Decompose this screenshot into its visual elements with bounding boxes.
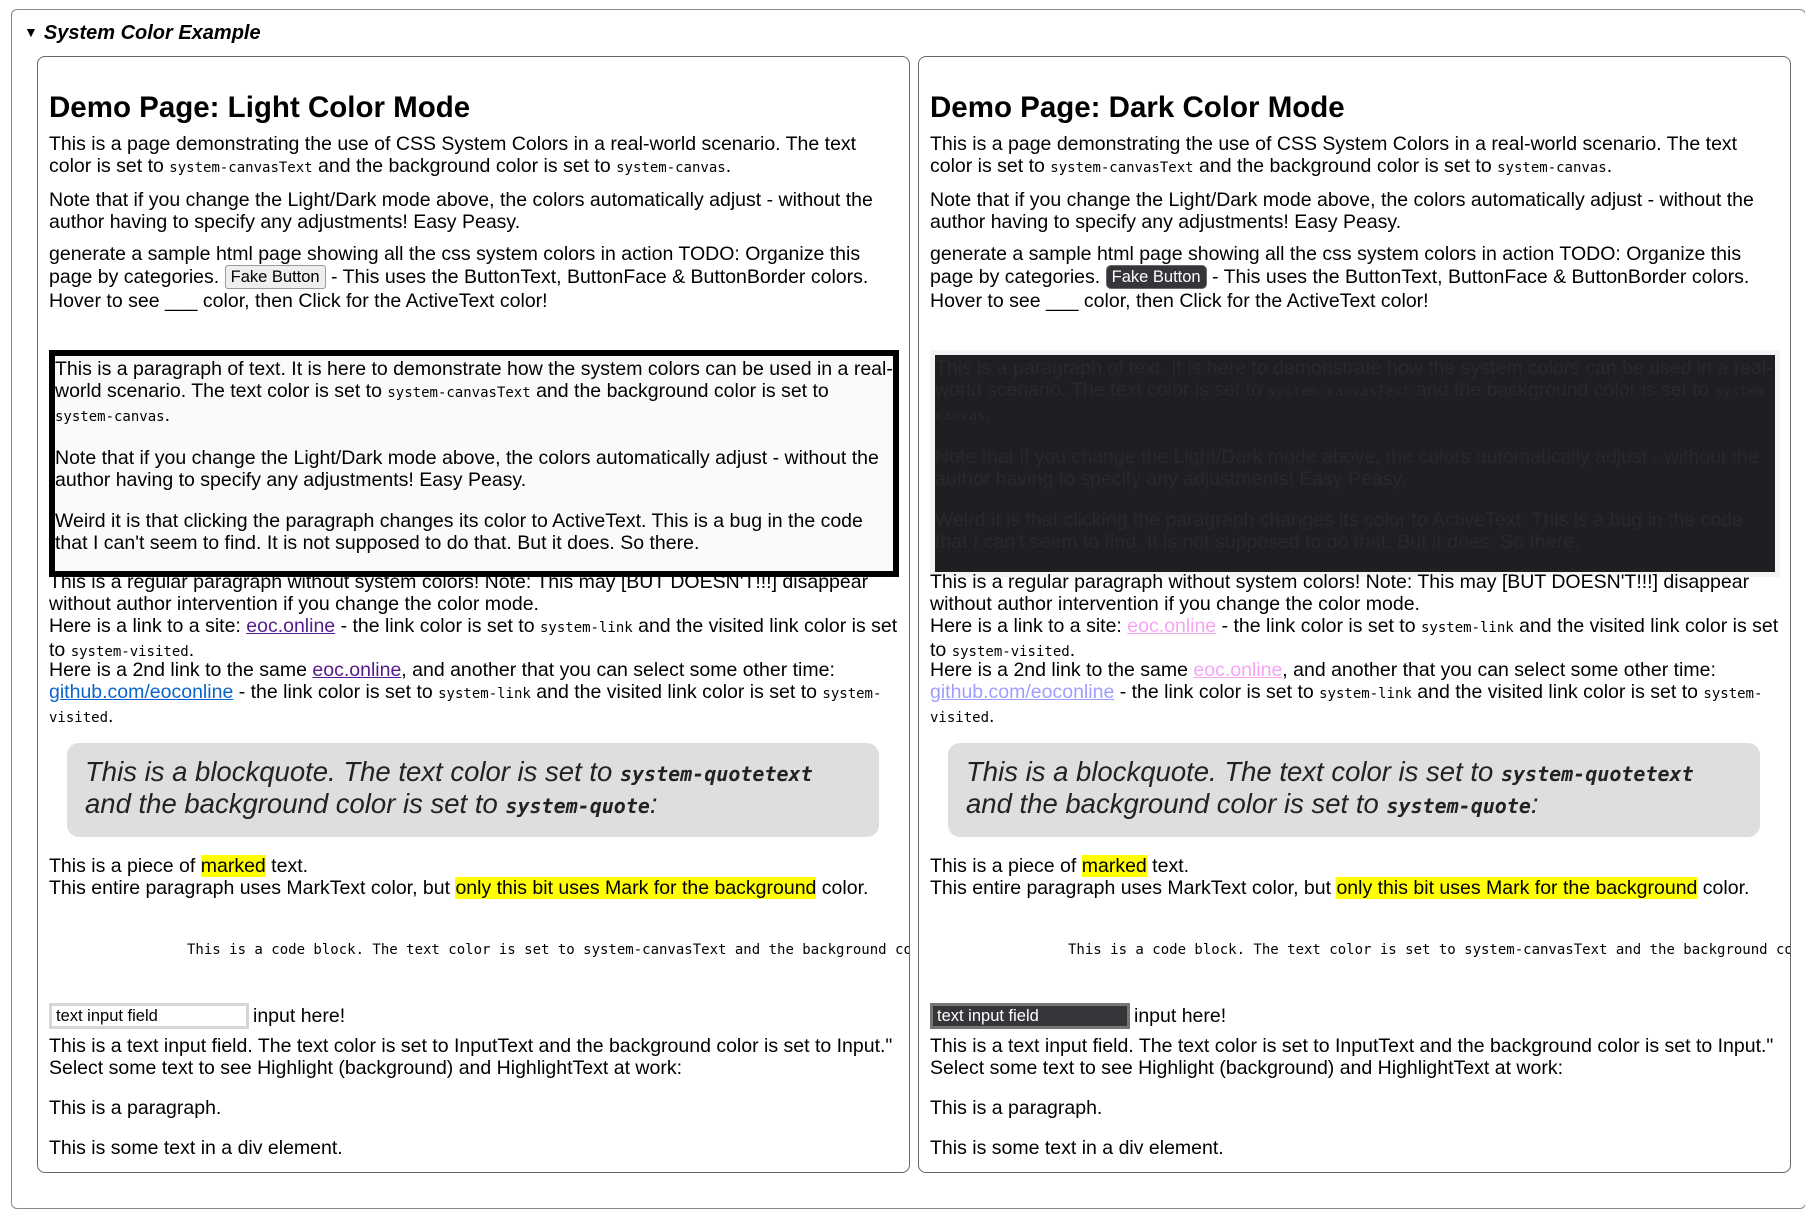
input-row: input here!	[49, 1003, 345, 1033]
disclosure-triangle-icon[interactable]: ▼	[24, 24, 38, 40]
input-after-label: input here!	[253, 1005, 346, 1027]
fake-button[interactable]: Fake Button	[1105, 265, 1207, 289]
details-summary[interactable]: ▼ System Color Example	[24, 22, 261, 45]
box-paragraph-2: Note that if you change the Light/Dark m…	[935, 446, 1759, 490]
link-paragraph-2: Here is a 2nd link to the same eoc.onlin…	[49, 659, 882, 727]
box-paragraph-1: This is a paragraph of text. It is here …	[935, 357, 1774, 425]
generate-paragraph: generate a sample html page showing all …	[930, 243, 1750, 312]
select-instructions: Select some text to see Highlight (backg…	[49, 1057, 682, 1079]
marktext-paragraph: This entire paragraph uses MarkText colo…	[930, 877, 1750, 899]
regular-paragraph: This is a regular paragraph without syst…	[930, 571, 1750, 615]
system-color-box[interactable]: This is a paragraph of text. It is here …	[49, 350, 899, 577]
link-paragraph-1: Here is a link to a site: eoc.online - t…	[49, 615, 898, 661]
select-instructions: Select some text to see Highlight (backg…	[930, 1057, 1563, 1079]
note-paragraph: Note that if you change the Light/Dark m…	[49, 189, 873, 233]
mark-highlight: marked	[1081, 855, 1147, 877]
light-demo-panel: Demo Page: Light Color Mode This is a pa…	[37, 56, 910, 1173]
eoc-link-2[interactable]: eoc.online	[312, 659, 401, 681]
mark-highlight: marked	[200, 855, 266, 877]
system-color-box[interactable]: This is a paragraph of text. It is here …	[930, 350, 1780, 577]
eoc-link[interactable]: eoc.online	[246, 615, 335, 637]
sample-div: This is some text in a div element.	[49, 1137, 343, 1159]
input-description: This is a text input field. The text col…	[930, 1035, 1774, 1057]
link-paragraph-1: Here is a link to a site: eoc.online - t…	[930, 615, 1779, 661]
github-link[interactable]: github.com/eoconline	[49, 681, 233, 703]
sample-div: This is some text in a div element.	[930, 1137, 1224, 1159]
box-paragraph-1: This is a paragraph of text. It is here …	[55, 358, 893, 426]
text-input-field[interactable]	[49, 1003, 249, 1029]
intro-paragraph: This is a page demonstrating the use of …	[930, 133, 1738, 177]
sample-paragraph: This is a paragraph.	[49, 1097, 222, 1119]
code-block: This is a code block. The text color is …	[187, 942, 909, 958]
generate-paragraph: generate a sample html page showing all …	[49, 243, 869, 312]
mark-highlight-2: only this bit uses Mark for the backgrou…	[455, 877, 817, 899]
blockquote: This is a blockquote. The text color is …	[948, 743, 1760, 837]
box-paragraph-3: Weird it is that clicking the paragraph …	[55, 510, 863, 554]
box-paragraph-2: Note that if you change the Light/Dark m…	[55, 447, 879, 491]
panel-title: Demo Page: Light Color Mode	[49, 91, 471, 124]
eoc-link-2[interactable]: eoc.online	[1193, 659, 1282, 681]
eoc-link[interactable]: eoc.online	[1127, 615, 1216, 637]
dark-demo-panel: Demo Page: Dark Color Mode This is a pag…	[918, 56, 1791, 1173]
box-paragraph-3: Weird it is that clicking the paragraph …	[935, 509, 1743, 553]
panel-title: Demo Page: Dark Color Mode	[930, 91, 1345, 124]
marked-paragraph: This is a piece of marked text.	[930, 855, 1190, 877]
sample-paragraph: This is a paragraph.	[930, 1097, 1103, 1119]
regular-paragraph: This is a regular paragraph without syst…	[49, 571, 869, 615]
marktext-paragraph: This entire paragraph uses MarkText colo…	[49, 877, 869, 899]
link-paragraph-2: Here is a 2nd link to the same eoc.onlin…	[930, 659, 1763, 727]
mark-highlight-2: only this bit uses Mark for the backgrou…	[1336, 877, 1698, 899]
details-summary-label: System Color Example	[43, 22, 261, 44]
text-input-field[interactable]	[930, 1003, 1130, 1029]
fake-button[interactable]: Fake Button	[224, 265, 326, 289]
intro-paragraph: This is a page demonstrating the use of …	[49, 133, 857, 177]
input-after-label: input here!	[1134, 1005, 1227, 1027]
code-block: This is a code block. The text color is …	[1068, 942, 1790, 958]
blockquote: This is a blockquote. The text color is …	[67, 743, 879, 837]
note-paragraph: Note that if you change the Light/Dark m…	[930, 189, 1754, 233]
marked-paragraph: This is a piece of marked text.	[49, 855, 309, 877]
input-description: This is a text input field. The text col…	[49, 1035, 893, 1057]
input-row: input here!	[930, 1003, 1226, 1033]
github-link[interactable]: github.com/eoconline	[930, 681, 1114, 703]
